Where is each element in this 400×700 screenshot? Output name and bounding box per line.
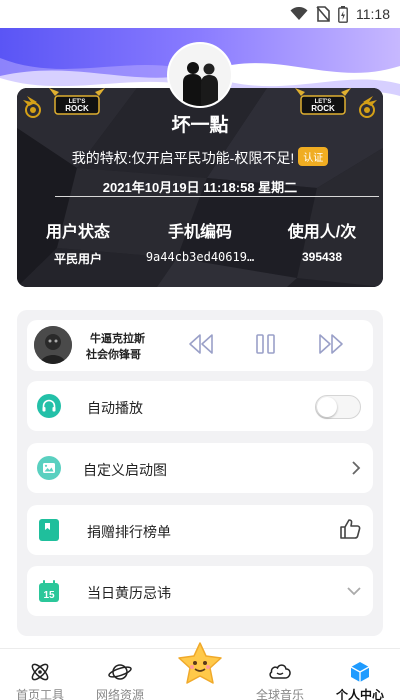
- privilege-text: 我的特权:仅开启平民功能-权限不足!: [71, 150, 295, 166]
- cloud-icon: [269, 664, 291, 679]
- autoplay-label: 自动播放: [87, 400, 143, 416]
- stat-value: 平民用户: [53, 252, 102, 266]
- status-icons: 11:18: [290, 4, 390, 24]
- current-datetime: 2021年10月19日 11:18:58 星期二: [102, 180, 298, 195]
- next-icon[interactable]: [318, 333, 344, 355]
- music-player[interactable]: 牛逼克拉斯 社会你锋哥: [27, 320, 373, 371]
- calendar-day: 15: [43, 590, 55, 601]
- stat-label: 使用人/次: [287, 224, 357, 241]
- no-sim-icon: [316, 6, 330, 22]
- stats-row: 用户状态 平民用户 手机编码 9a44cb3ed40619… 使用人/次 395…: [17, 218, 383, 267]
- pause-icon[interactable]: [255, 333, 277, 355]
- tab-global-music[interactable]: 全球音乐: [240, 649, 320, 700]
- tab-home-tools[interactable]: 首页工具: [0, 649, 80, 700]
- stat-label: 用户状态: [45, 224, 110, 241]
- tab-network-resources[interactable]: 网络资源: [80, 649, 160, 700]
- cube-icon: [350, 662, 370, 682]
- almanac-row[interactable]: 15 当日黄历忌讳: [27, 566, 373, 616]
- autoplay-row[interactable]: 自动播放: [27, 381, 373, 431]
- almanac-label: 当日黄历忌讳: [87, 585, 171, 601]
- song-title: 牛逼克拉斯: [90, 333, 145, 345]
- bookmark-icon: [39, 519, 59, 541]
- user-avatar[interactable]: [167, 42, 233, 108]
- bottom-tab-bar: 首页工具 网络资源 全球音乐 个人中心: [0, 642, 400, 700]
- stat-phone-code: 手机编码 9a44cb3ed40619…: [139, 218, 261, 267]
- privilege-row: 我的特权:仅开启平民功能-权限不足! 认证: [17, 147, 383, 168]
- previous-icon[interactable]: [188, 333, 214, 355]
- donation-ranking-row[interactable]: 捐赠排行榜单: [27, 505, 373, 555]
- tab-center-mascot[interactable]: [160, 642, 240, 700]
- tab-label: 全球音乐: [255, 688, 304, 700]
- custom-splash-row[interactable]: 自定义启动图: [27, 443, 373, 493]
- battery-icon: [338, 5, 348, 23]
- album-thumbnail[interactable]: [34, 326, 72, 364]
- toggle-knob: [317, 397, 337, 417]
- status-bar: 11:18: [0, 0, 400, 28]
- tab-label: 网络资源: [95, 688, 144, 700]
- stat-value: 395438: [301, 250, 343, 264]
- chevron-right-icon[interactable]: [351, 461, 361, 475]
- donation-ranking-label: 捐赠排行榜单: [87, 524, 171, 540]
- thumbs-up-icon[interactable]: [339, 518, 361, 540]
- smiley-star-icon: [178, 642, 222, 684]
- chevron-down-icon[interactable]: [347, 587, 361, 596]
- card-divider: [55, 196, 379, 197]
- stat-usage-count: 使用人/次 395438: [261, 218, 383, 267]
- tab-label: 首页工具: [15, 688, 64, 700]
- status-time: 11:18: [356, 6, 390, 22]
- username: 坏一點: [171, 115, 229, 136]
- wifi-icon: [290, 7, 308, 20]
- autoplay-toggle[interactable]: [315, 395, 361, 419]
- stat-value: 9a44cb3ed40619…: [145, 250, 255, 264]
- settings-panel: 牛逼克拉斯 社会你锋哥 自动播放 自定义启动图 捐赠排行榜单 15 当日黄历忌讳: [17, 310, 383, 636]
- atom-icon: [31, 663, 49, 681]
- auth-badge[interactable]: 认证: [298, 147, 329, 166]
- stat-label: 手机编码: [167, 224, 232, 241]
- planet-icon: [108, 664, 132, 680]
- custom-splash-label: 自定义启动图: [83, 462, 167, 478]
- image-icon: [37, 456, 61, 480]
- tab-personal-center[interactable]: 个人中心: [320, 649, 400, 700]
- tab-label: 个人中心: [335, 688, 384, 700]
- profile-card: LET'S ROCK LET'S ROCK 坏一點 我的特权:仅开启平民功能-权…: [17, 88, 383, 287]
- song-artist: 社会你锋哥: [86, 349, 141, 361]
- calendar-icon: 15: [39, 580, 59, 602]
- stat-user-status: 用户状态 平民用户: [17, 218, 139, 267]
- headphones-icon: [37, 394, 61, 418]
